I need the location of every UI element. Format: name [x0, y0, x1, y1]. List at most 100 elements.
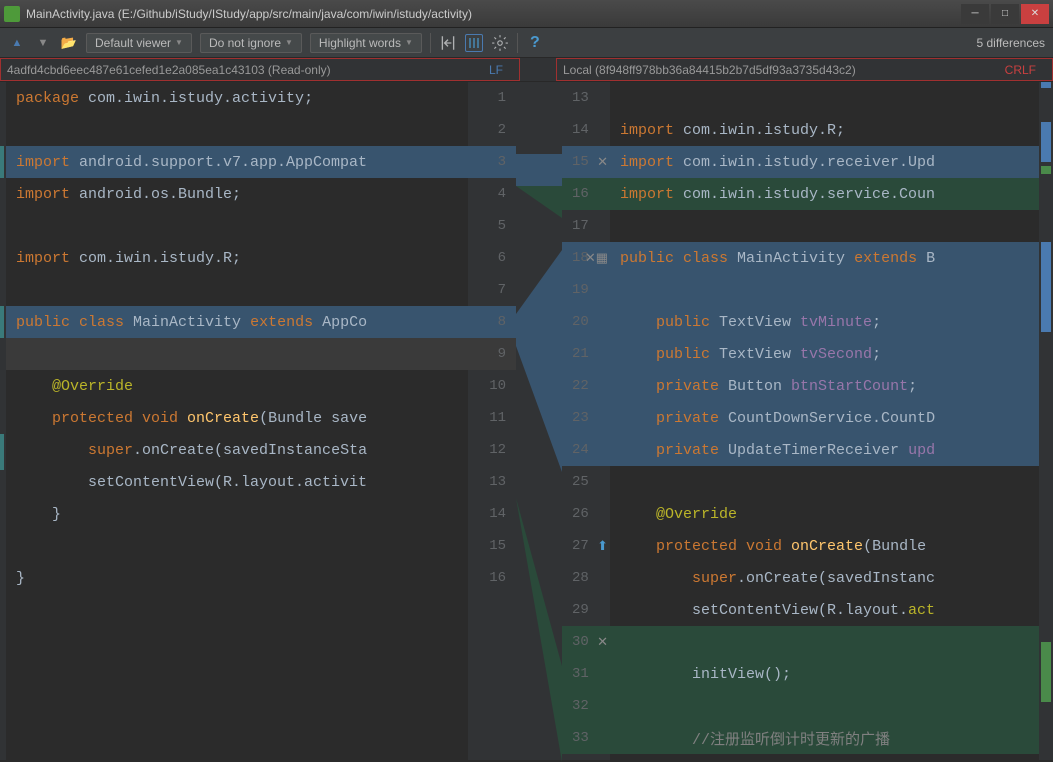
- line-number: 30✕: [562, 626, 610, 658]
- line-number: 1: [468, 82, 516, 114]
- code-line[interactable]: import com.iwin.istudy.R;: [6, 242, 468, 274]
- code-line[interactable]: //注册监听倒计时更新的广播: [610, 722, 1039, 754]
- code-line[interactable]: [6, 114, 468, 146]
- toolbar-separator: [430, 33, 431, 53]
- line-number: 13: [562, 82, 610, 114]
- next-diff-icon[interactable]: [34, 34, 52, 52]
- code-line[interactable]: super.onCreate(savedInstanc: [610, 562, 1039, 594]
- left-line-ending[interactable]: LF: [479, 63, 513, 77]
- toolbar-separator: [517, 33, 518, 53]
- code-line[interactable]: import com.iwin.istudy.receiver.Upd: [610, 146, 1039, 178]
- code-line[interactable]: [6, 530, 468, 562]
- line-number: 28: [562, 562, 610, 594]
- left-gutter: 12⇥34»56»7⇥8910111213»141516: [468, 82, 516, 760]
- code-line[interactable]: private UpdateTimerReceiver upd: [610, 434, 1039, 466]
- minimize-button[interactable]: ─: [961, 4, 989, 24]
- left-code-pane[interactable]: package com.iwin.istudy.activity; import …: [6, 82, 468, 760]
- code-line[interactable]: [6, 210, 468, 242]
- diff-marker[interactable]: [1041, 242, 1051, 332]
- remove-marker-icon[interactable]: ✕: [597, 635, 608, 650]
- code-line[interactable]: import android.support.v7.app.AppCompat: [6, 146, 468, 178]
- right-gutter: 131415✕161718✕▦192021222324252627⬆282930…: [562, 82, 610, 760]
- window-title: MainActivity.java (E:/Github/iStudy/IStu…: [26, 7, 961, 21]
- app-icon: [4, 6, 20, 22]
- line-number: 25: [562, 466, 610, 498]
- line-number: 2: [468, 114, 516, 146]
- viewer-dropdown[interactable]: Default viewer: [86, 33, 192, 53]
- code-line[interactable]: protected void onCreate(Bundle: [610, 530, 1039, 562]
- help-icon[interactable]: ?: [526, 34, 544, 52]
- code-line[interactable]: public class MainActivity extends AppCo: [6, 306, 468, 338]
- remove-marker-icon[interactable]: ✕: [597, 155, 608, 170]
- line-number: 22: [562, 370, 610, 402]
- line-number: 10: [468, 370, 516, 402]
- highlight-dropdown[interactable]: Highlight words: [310, 33, 422, 53]
- line-number: 11: [468, 402, 516, 434]
- code-line[interactable]: initView();: [610, 658, 1039, 690]
- line-number: 16: [468, 562, 516, 594]
- code-line[interactable]: private Button btnStartCount;: [610, 370, 1039, 402]
- right-file-header: Local (8f948ff978bb36a84415b2b7d5df93a37…: [556, 58, 1053, 81]
- code-line[interactable]: }: [6, 498, 468, 530]
- line-number: 6: [468, 242, 516, 274]
- line-number: 15: [468, 530, 516, 562]
- code-line[interactable]: [610, 466, 1039, 498]
- ignore-dropdown[interactable]: Do not ignore: [200, 33, 302, 53]
- diff-marker[interactable]: [1041, 122, 1051, 162]
- right-revision-label: Local (8f948ff978bb36a84415b2b7d5df93a37…: [563, 63, 856, 77]
- line-number: ⇥8: [468, 306, 516, 338]
- code-line[interactable]: [6, 338, 468, 370]
- code-line[interactable]: super.onCreate(savedInstanceSta: [6, 434, 468, 466]
- line-number: 9: [468, 338, 516, 370]
- line-number: »5: [468, 210, 516, 242]
- maximize-button[interactable]: □: [991, 4, 1019, 24]
- code-line[interactable]: import com.iwin.istudy.R;: [610, 114, 1039, 146]
- diff-marker[interactable]: [1041, 166, 1051, 174]
- line-number: 21: [562, 338, 610, 370]
- code-line[interactable]: [6, 274, 468, 306]
- code-line[interactable]: setContentView(R.layout.activit: [6, 466, 468, 498]
- code-line[interactable]: import android.os.Bundle;: [6, 178, 468, 210]
- code-line[interactable]: public class MainActivity extends B: [610, 242, 1039, 274]
- code-line[interactable]: private CountDownService.CountD: [610, 402, 1039, 434]
- line-number: 23: [562, 402, 610, 434]
- code-line[interactable]: @Override: [610, 498, 1039, 530]
- right-line-ending[interactable]: CRLF: [995, 63, 1046, 77]
- code-line[interactable]: setContentView(R.layout.act: [610, 594, 1039, 626]
- line-number: 32: [562, 690, 610, 722]
- line-number: 17: [562, 210, 610, 242]
- code-line[interactable]: public TextView tvSecond;: [610, 338, 1039, 370]
- line-number: 14: [562, 114, 610, 146]
- code-line[interactable]: public TextView tvMinute;: [610, 306, 1039, 338]
- code-line[interactable]: protected void onCreate(Bundle save: [6, 402, 468, 434]
- diff-divider: [516, 82, 562, 760]
- open-file-icon[interactable]: [60, 34, 78, 52]
- line-number: 18✕▦: [562, 242, 610, 274]
- sync-scroll-icon[interactable]: [465, 34, 483, 52]
- prev-diff-icon[interactable]: [8, 34, 26, 52]
- line-number: 33: [562, 722, 610, 754]
- code-line[interactable]: import com.iwin.istudy.service.Coun: [610, 178, 1039, 210]
- close-button[interactable]: ✕: [1021, 4, 1049, 24]
- line-number: 24: [562, 434, 610, 466]
- code-line[interactable]: [610, 626, 1039, 658]
- diff-area: package com.iwin.istudy.activity; import …: [0, 82, 1053, 760]
- settings-gear-icon[interactable]: [491, 34, 509, 52]
- code-line[interactable]: @Override: [6, 370, 468, 402]
- remove-marker-icon[interactable]: ✕▦: [585, 251, 608, 266]
- line-number: »14: [468, 498, 516, 530]
- diff-marker[interactable]: [1041, 82, 1051, 88]
- collapse-icon[interactable]: [439, 34, 457, 52]
- code-line[interactable]: [610, 210, 1039, 242]
- override-up-icon[interactable]: ⬆: [597, 539, 608, 554]
- right-code-pane[interactable]: import com.iwin.istudy.R;import com.iwin…: [610, 82, 1039, 760]
- code-line[interactable]: }: [6, 562, 468, 594]
- code-line[interactable]: [610, 690, 1039, 722]
- code-line[interactable]: package com.iwin.istudy.activity;: [6, 82, 468, 114]
- marker-strip[interactable]: [1039, 82, 1053, 760]
- diff-marker[interactable]: [1041, 642, 1051, 702]
- code-line[interactable]: [610, 274, 1039, 306]
- line-number: 15✕: [562, 146, 610, 178]
- code-line[interactable]: [610, 82, 1039, 114]
- line-number: 4: [468, 178, 516, 210]
